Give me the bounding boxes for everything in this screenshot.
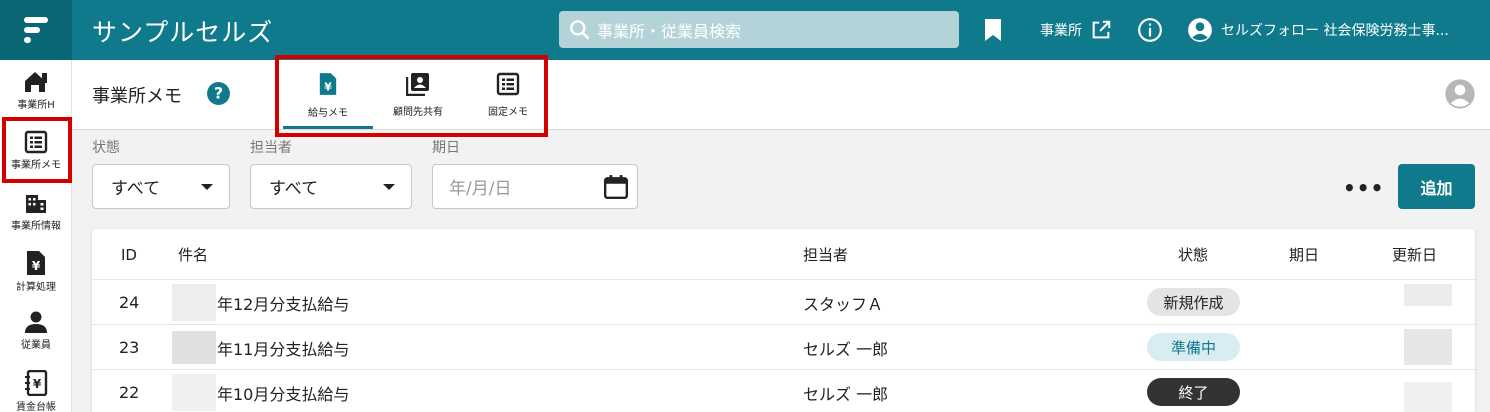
status-badge: 終了 xyxy=(1147,378,1240,406)
help-icon[interactable]: ? xyxy=(206,81,231,106)
sidebar xyxy=(0,60,72,412)
due-date-input[interactable]: 年/月/日 xyxy=(432,164,638,209)
sidebar-item-label: 事業所H xyxy=(17,100,55,111)
status-filter-select[interactable]: すべて xyxy=(92,164,230,209)
logo-icon xyxy=(24,17,48,43)
search-icon xyxy=(570,19,590,40)
user-name: セルズフォロー 社会保険労務士事... xyxy=(1221,23,1449,39)
table-row[interactable]: 22 年10月分支払給与 セルズ 一郎 終了 xyxy=(92,370,1475,412)
row-name[interactable]: 年10月分支払給与 xyxy=(217,370,349,412)
highlight-box xyxy=(275,55,548,137)
sidebar-item-calculation[interactable]: ¥ 計算処理 xyxy=(0,250,72,293)
app-logo[interactable] xyxy=(0,0,72,60)
search-input[interactable]: 事業所・従業員検索 xyxy=(597,18,741,42)
memo-table: ID 件名 担当者 状態 期日 更新日 24 年12月分支払給与 スタッフＡ 新… xyxy=(92,229,1475,412)
status-badge: 準備中 xyxy=(1147,333,1240,361)
sidebar-item-wage-ledger[interactable]: ¥ 賃金台帳 xyxy=(0,370,72,412)
sidebar-item-label: 計算処理 xyxy=(16,282,56,293)
dropdown-arrow-icon xyxy=(383,183,395,190)
redacted-block xyxy=(172,284,216,321)
redacted-block xyxy=(172,331,216,364)
sidebar-item-office-info[interactable]: 事業所情報 xyxy=(0,191,72,232)
svg-text:¥: ¥ xyxy=(33,377,42,391)
row-id: 23 xyxy=(119,338,140,357)
status-filter-value: すべて xyxy=(111,179,161,199)
status-badge: 新規作成 xyxy=(1147,288,1240,316)
person-icon xyxy=(25,311,47,333)
redacted-block xyxy=(1404,329,1452,365)
sidebar-item-office-home[interactable]: 事業所H xyxy=(0,70,72,111)
col-header-assignee[interactable]: 担当者 xyxy=(803,229,848,280)
highlight-box xyxy=(2,117,72,183)
row-id: 24 xyxy=(119,293,140,312)
row-name[interactable]: 年12月分支払給与 xyxy=(217,280,349,325)
redacted-block xyxy=(1404,284,1452,306)
sidebar-item-employees[interactable]: 従業員 xyxy=(0,310,72,351)
sidebar-item-label: 事業所情報 xyxy=(11,221,61,232)
due-filter-label: 期日 xyxy=(432,140,460,156)
redacted-block xyxy=(172,374,216,411)
svg-text:¥: ¥ xyxy=(32,259,41,273)
ledger-icon: ¥ xyxy=(25,370,48,396)
building-icon xyxy=(26,195,46,213)
redacted-block xyxy=(1404,382,1452,412)
bookmark-icon xyxy=(985,19,1001,41)
bookmark-button[interactable] xyxy=(983,0,1003,60)
add-button[interactable]: 追加 xyxy=(1398,164,1475,209)
row-assignee: セルズ 一郎 xyxy=(803,384,889,404)
col-header-name[interactable]: 件名 xyxy=(178,229,208,280)
app-title: サンプルセルズ xyxy=(92,18,274,47)
top-bar: サンプルセルズ 事業所・従業員検索 事業所 セルズフォロー 社会保険労務士事..… xyxy=(0,0,1490,60)
table-row[interactable]: 24 年12月分支払給与 スタッフＡ 新規作成 xyxy=(92,280,1475,325)
table-row[interactable]: 23 年11月分支払給与 セルズ 一郎 準備中 xyxy=(92,325,1475,370)
page-title: 事業所メモ xyxy=(92,86,182,107)
calendar-icon[interactable] xyxy=(603,174,629,200)
sidebar-item-label: 賃金台帳 xyxy=(16,402,56,412)
user-menu[interactable]: セルズフォロー 社会保険労務士事... xyxy=(1187,0,1449,60)
account-circle-icon xyxy=(1188,18,1212,42)
external-link-icon xyxy=(1092,20,1111,39)
search-box[interactable]: 事業所・従業員検索 xyxy=(559,11,959,48)
row-assignee: スタッフＡ xyxy=(803,294,884,314)
office-link-label: 事業所 xyxy=(1040,23,1082,39)
assignee-filter-label: 担当者 xyxy=(250,140,292,156)
more-options-button[interactable]: ••• xyxy=(1343,176,1384,200)
col-header-due[interactable]: 期日 xyxy=(1289,229,1319,280)
row-assignee: セルズ 一郎 xyxy=(803,339,889,359)
svg-text:?: ? xyxy=(214,85,223,103)
col-header-status[interactable]: 状態 xyxy=(1178,229,1208,280)
info-icon xyxy=(1138,18,1162,42)
home-icon xyxy=(25,72,47,92)
status-filter-label: 状態 xyxy=(92,140,120,156)
yen-document-icon: ¥ xyxy=(27,251,45,275)
info-button[interactable] xyxy=(1137,0,1163,60)
sidebar-item-label: 従業員 xyxy=(21,340,51,351)
dropdown-arrow-icon xyxy=(201,183,213,190)
due-date-placeholder: 年/月/日 xyxy=(449,179,512,199)
col-header-id[interactable]: ID xyxy=(121,229,137,280)
office-link[interactable]: 事業所 xyxy=(1040,0,1112,60)
assignee-filter-value: すべて xyxy=(269,179,319,199)
row-name[interactable]: 年11月分支払給与 xyxy=(217,325,349,370)
assignee-filter-select[interactable]: すべて xyxy=(250,164,412,209)
col-header-updated[interactable]: 更新日 xyxy=(1392,229,1437,280)
row-id: 22 xyxy=(119,383,140,402)
avatar-icon[interactable] xyxy=(1444,78,1476,110)
table-header-row: ID 件名 担当者 状態 期日 更新日 xyxy=(92,229,1475,280)
